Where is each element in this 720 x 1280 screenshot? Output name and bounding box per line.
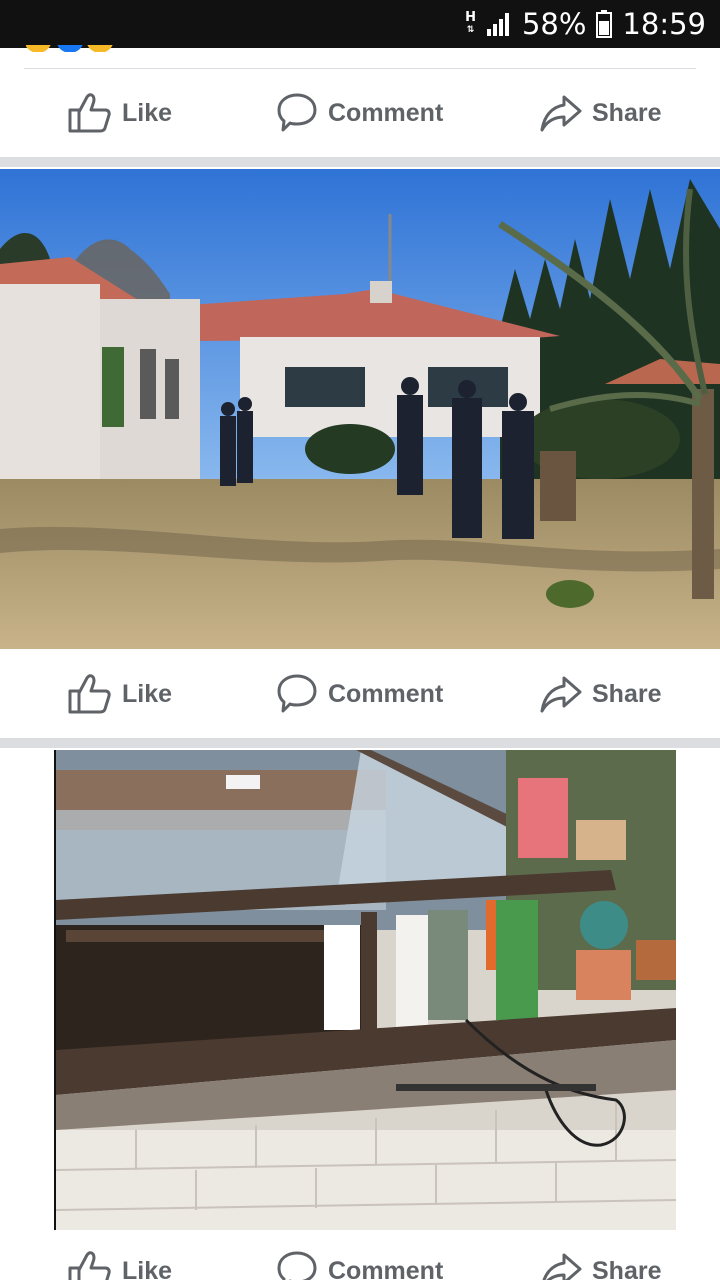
speech-bubble-icon — [276, 1250, 318, 1280]
share-button[interactable]: Share — [540, 650, 661, 738]
share-arrow-icon — [540, 93, 582, 133]
share-arrow-icon — [540, 1251, 582, 1280]
post-action-bar: Like Comment Share — [0, 650, 720, 738]
post-photo-house[interactable] — [0, 169, 720, 649]
post-separator — [0, 738, 720, 748]
status-bar: H ⇅ 58% 18:59 — [0, 0, 720, 48]
clock-time: 18:59 — [622, 7, 706, 41]
share-label: Share — [592, 679, 662, 708]
post-photo-window[interactable] — [54, 750, 676, 1230]
post-action-bar: Like Comment Share — [0, 69, 720, 157]
share-arrow-icon — [540, 674, 582, 714]
like-label: Like — [122, 679, 173, 708]
speech-bubble-icon — [276, 673, 318, 715]
comment-button[interactable]: Comment — [276, 650, 443, 738]
battery-icon — [596, 10, 613, 38]
like-label: Like — [122, 1256, 173, 1280]
thumbs-up-icon — [68, 673, 112, 715]
battery-percent: 58% — [521, 7, 587, 41]
post-action-bar: Like Comment Share — [0, 1231, 720, 1280]
comment-label: Comment — [328, 98, 444, 127]
speech-bubble-icon — [276, 92, 318, 134]
comment-button[interactable]: Comment — [276, 69, 443, 157]
share-label: Share — [592, 1256, 662, 1280]
like-button[interactable]: Like — [68, 1231, 172, 1280]
status-icons: H ⇅ 58% 18:59 — [465, 0, 706, 48]
like-button[interactable]: Like — [68, 69, 172, 157]
signal-bars-icon — [486, 12, 512, 36]
like-button[interactable]: Like — [68, 650, 172, 738]
network-type-indicator: H ⇅ — [465, 10, 476, 35]
share-label: Share — [592, 98, 662, 127]
comment-label: Comment — [328, 1256, 444, 1280]
comment-label: Comment — [328, 679, 444, 708]
share-button[interactable]: Share — [540, 1231, 661, 1280]
reaction-icons[interactable] — [26, 42, 116, 52]
thumbs-up-icon — [68, 92, 112, 134]
comment-button[interactable]: Comment — [276, 1231, 443, 1280]
like-label: Like — [122, 98, 173, 127]
share-button[interactable]: Share — [540, 69, 661, 157]
thumbs-up-icon — [68, 1250, 112, 1280]
post-separator — [0, 157, 720, 167]
